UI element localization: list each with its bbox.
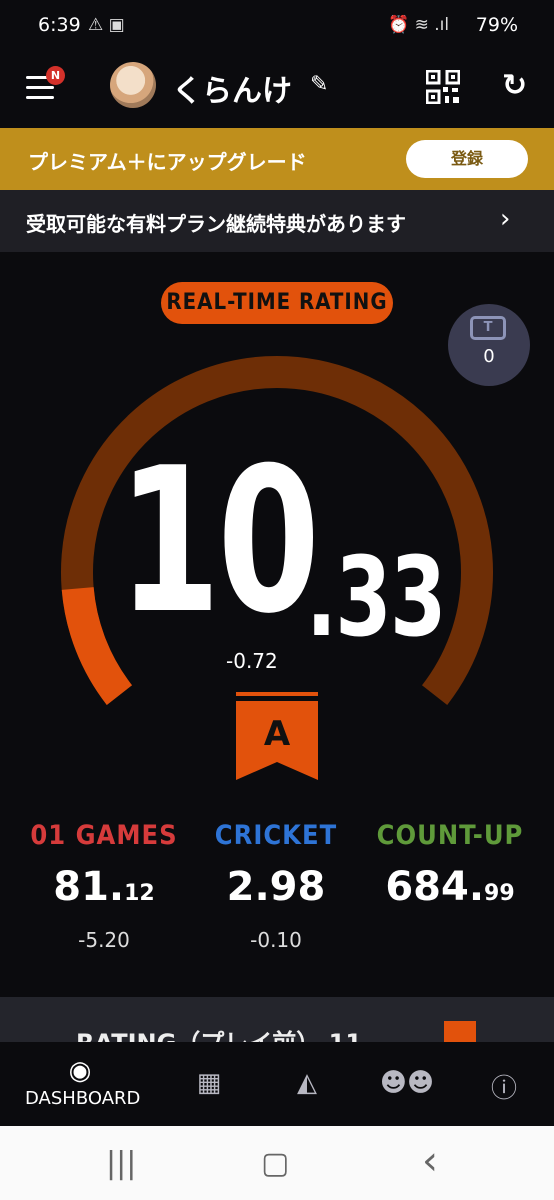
benefit-banner[interactable]: 受取可能な有料プラン継続特典があります ›: [0, 190, 554, 252]
recent-apps-icon[interactable]: |||: [106, 1146, 136, 1181]
menu-notification-badge: N: [46, 66, 65, 85]
status-bar: 6:39 ⚠ ▣ ⏰ ≋ .ıl 79%: [0, 0, 554, 56]
stat-delta-cricket: -0.10: [250, 928, 302, 952]
status-time: 6:39: [38, 14, 81, 36]
stat-label-cricket: CRICKET: [214, 820, 338, 851]
chevron-right-icon[interactable]: ›: [500, 204, 510, 234]
friends-icon: ☻☻: [379, 1068, 435, 1098]
back-icon[interactable]: ‹: [422, 1138, 438, 1184]
rating-delta: -0.72: [226, 649, 278, 673]
notification-icons: ⚠ ▣: [88, 15, 125, 35]
dashboard-icon: ◉: [68, 1056, 92, 1086]
ticket-button[interactable]: T 0: [448, 304, 530, 386]
nav-dashboard-label: DASHBOARD: [25, 1088, 141, 1109]
rank-letter: A: [263, 714, 291, 754]
stat-value-01-games: 81.12: [53, 864, 155, 910]
rating-before-play-card[interactable]: RATING（プレイ前） 11.: [0, 997, 554, 1042]
nav-map[interactable]: ◭: [252, 1056, 362, 1116]
stat-delta-01-games: -5.20: [78, 928, 130, 952]
rating-before-play-text: RATING（プレイ前） 11.: [76, 1023, 371, 1042]
app-header: N くらんけ ✎ ↻: [0, 56, 554, 128]
ticket-count: 0: [483, 346, 495, 367]
battery-level: 79%: [475, 14, 518, 36]
premium-banner[interactable]: プレミアム＋にアップグレード 登録: [0, 128, 554, 190]
info-icon: ⓘ: [490, 1074, 517, 1104]
ticket-icon: T: [470, 316, 506, 340]
nav-dashboard[interactable]: ◉ DASHBOARD: [25, 1056, 141, 1116]
stat-label-count-up: COUNT-UP: [376, 820, 524, 851]
avatar[interactable]: [110, 62, 156, 108]
rank-flag-small-icon: [444, 1021, 476, 1042]
rating-decimal: .33: [306, 533, 446, 661]
stat-value-count-up: 684.99: [385, 864, 515, 910]
calendar-icon: ▦: [196, 1068, 222, 1098]
system-status-icons: ⏰ ≋ .ıl: [388, 15, 450, 35]
username[interactable]: くらんけ: [172, 66, 292, 110]
refresh-icon[interactable]: ↻: [502, 68, 527, 103]
nav-info[interactable]: ⓘ: [449, 1056, 554, 1116]
rating-panel: REAL-TIME RATING T 0 10 .33 -0.72 A 01 G…: [0, 252, 554, 997]
stat-label-01-games: 01 GAMES: [30, 820, 178, 851]
qr-code-icon[interactable]: [426, 70, 460, 104]
bottom-navigation: ◉ DASHBOARD ▦ ◭ ☻☻ ⓘ: [0, 1042, 554, 1126]
premium-upgrade-text: プレミアム＋にアップグレード: [28, 150, 307, 174]
map-icon: ◭: [297, 1068, 317, 1098]
realtime-rating-label: REAL-TIME RATING: [161, 282, 393, 324]
nav-calendar[interactable]: ▦: [154, 1056, 264, 1116]
gauge-fill: [61, 586, 133, 705]
benefit-text: 受取可能な有料プラン継続特典があります: [26, 212, 406, 236]
stat-value-cricket: 2.98: [226, 864, 326, 910]
edit-pencil-icon[interactable]: ✎: [310, 72, 328, 97]
system-navigation-bar: ||| ▢ ‹: [0, 1126, 554, 1200]
rating-integer: 10: [118, 425, 320, 658]
register-button[interactable]: 登録: [406, 140, 528, 178]
nav-friends[interactable]: ☻☻: [352, 1056, 462, 1116]
home-icon[interactable]: ▢: [261, 1146, 289, 1181]
